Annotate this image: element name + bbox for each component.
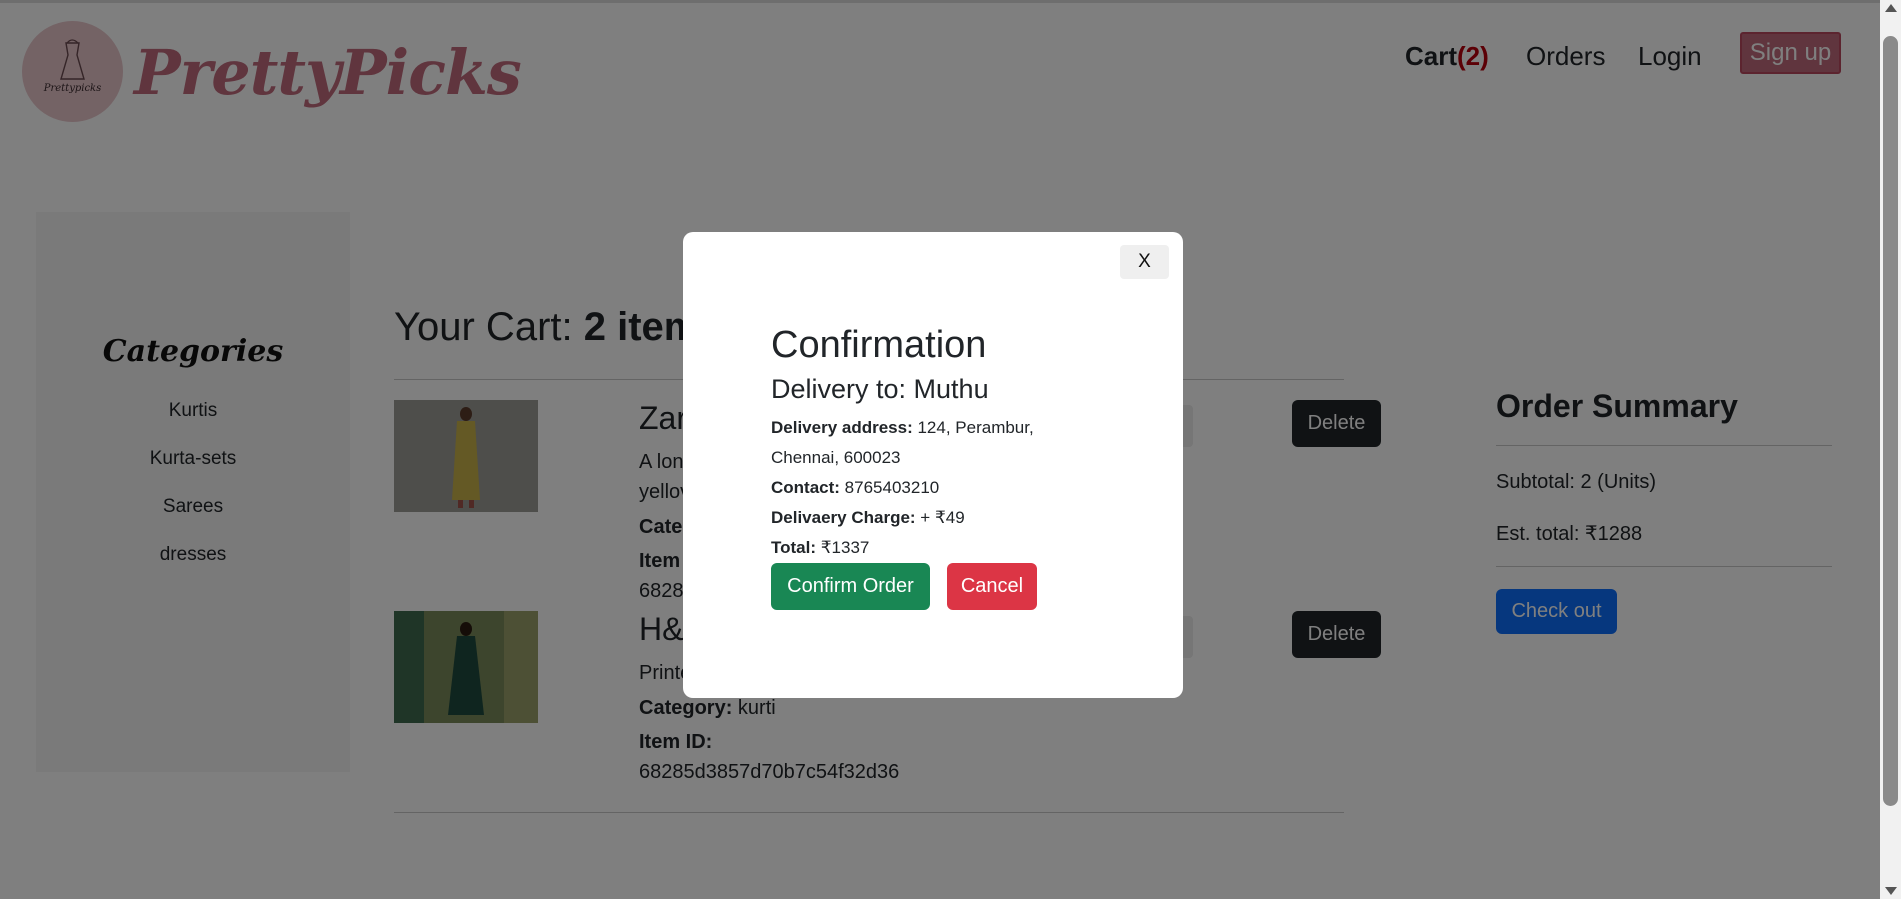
total-label: Total: xyxy=(771,538,817,557)
delivery-charge-value: + ₹49 xyxy=(915,508,965,527)
contact-value: 8765403210 xyxy=(839,478,940,497)
delivery-address-label: Delivery address: xyxy=(771,418,913,437)
delivery-charge-line: Delivaery Charge: + ₹49 xyxy=(771,508,965,528)
scroll-up-arrow-icon[interactable] xyxy=(1885,4,1897,12)
total-value: ₹1337 xyxy=(816,538,870,557)
modal-close-button[interactable]: X xyxy=(1120,245,1169,279)
delivery-address-value: 124, Perambur, xyxy=(912,418,1034,437)
delivery-to: Delivery to: Muthu xyxy=(771,374,989,404)
delivery-address-line2: Chennai, 600023 xyxy=(771,448,901,467)
delivery-address-line1: Delivery address: 124, Perambur, xyxy=(771,418,1034,438)
confirmation-modal: X Confirmation Delivery to: Muthu Delive… xyxy=(683,232,1183,698)
scroll-thumb[interactable] xyxy=(1883,36,1898,806)
total-line: Total: ₹1337 xyxy=(771,538,869,558)
page-scrollbar[interactable] xyxy=(1880,0,1901,899)
delivery-charge-label: Delivaery Charge: xyxy=(771,508,916,527)
cancel-button[interactable]: Cancel xyxy=(947,563,1037,610)
contact-line: Contact: 8765403210 xyxy=(771,478,939,498)
contact-label: Contact: xyxy=(771,478,840,497)
confirm-order-button[interactable]: Confirm Order xyxy=(771,563,930,610)
scroll-down-arrow-icon[interactable] xyxy=(1885,887,1897,895)
modal-title: Confirmation xyxy=(771,324,987,366)
